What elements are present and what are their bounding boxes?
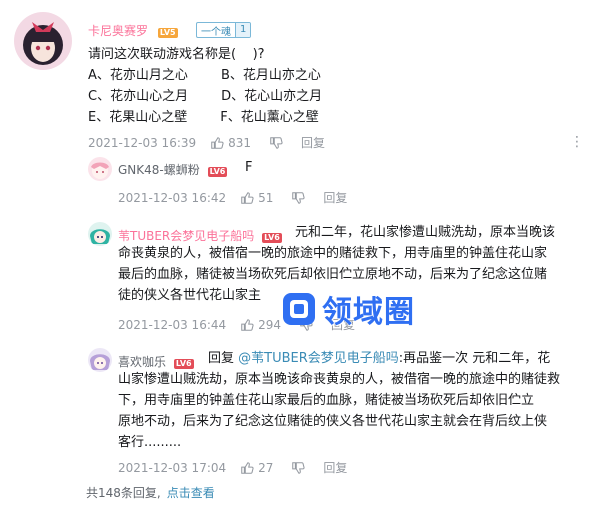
- avatar[interactable]: [88, 348, 112, 372]
- comment-text: 请问这次联动游戏名称是( )? A、花亦山月之心 B、花月山亦之心 C、花亦山心…: [88, 44, 388, 128]
- username-text[interactable]: 卡尼奥赛罗: [88, 24, 148, 38]
- username-text[interactable]: GNK48-螺蛳粉: [118, 163, 200, 177]
- reply-line-text: :再品鉴一次 元和二年，花: [398, 351, 551, 366]
- dislike-button[interactable]: [291, 461, 306, 475]
- like-count: 51: [258, 190, 274, 205]
- comment-line: E、花果山心之壁 F、花山薰心之壁: [88, 110, 319, 125]
- reply-button[interactable]: 回复: [301, 134, 325, 151]
- like-button[interactable]: 831: [210, 136, 251, 150]
- more-options-icon[interactable]: ⋮: [570, 134, 584, 150]
- reply-line: 元和二年，花山家惨遭山贼洗劫，原本当晚该: [118, 222, 588, 243]
- like-button[interactable]: 27: [240, 461, 273, 475]
- watermark-text: 领域圈: [322, 295, 415, 330]
- reply-line: 山家惨遭山贼洗劫，原本当晚该命丧黄泉的人，被借宿一晚的旅途中的赌徒救: [118, 372, 561, 387]
- dislike-button[interactable]: [291, 191, 306, 205]
- thumbs-down-icon: [292, 461, 306, 474]
- reply-line: 回复 @苇TUBER会梦见电子船吗:再品鉴一次 元和二年，花: [118, 348, 588, 369]
- avatar-image: [88, 157, 112, 181]
- dislike-button[interactable]: [269, 136, 283, 150]
- reply-line: 原地不动，后来为了纪念这位赌徒的侠义各世代花山家主就会在背后纹上侠: [118, 414, 548, 429]
- comment-date: 2021-12-03 16:39: [88, 135, 197, 150]
- like-button[interactable]: 294: [240, 318, 281, 332]
- mention-link[interactable]: @苇TUBER会梦见电子船吗: [238, 351, 399, 366]
- comment-line: C、花亦山心之月 D、花心山亦之月: [88, 89, 323, 104]
- avatar-image: [14, 12, 72, 70]
- fan-badge-level: 1: [235, 23, 251, 37]
- reply-button[interactable]: 回复: [323, 189, 347, 206]
- reply-text: 回复 @苇TUBER会梦见电子船吗:再品鉴一次 元和二年，花 山家惨遭山贼洗劫，…: [118, 348, 588, 453]
- thumbs-down-icon: [270, 136, 283, 149]
- reply-count-footer: 共148条回复, 点击查看: [86, 484, 215, 501]
- thumbs-up-icon: [241, 191, 254, 204]
- reply-meta: 2021-12-03 16:42 51 回复: [118, 189, 347, 206]
- comment-line: A、花亦山月之心 B、花月山亦之心: [88, 68, 321, 83]
- avatar[interactable]: [88, 222, 112, 246]
- watermark-logo-icon: [283, 293, 315, 325]
- reply-line: 最后的血脉，赌徒被当场砍死后却依旧伫立原地不动，后来为了纪念这位赌: [118, 267, 548, 282]
- reply-button[interactable]: 回复: [323, 459, 347, 476]
- like-button[interactable]: 51: [240, 191, 273, 205]
- reply-line: 客行.........: [118, 435, 182, 450]
- view-replies-link[interactable]: 点击查看: [167, 486, 215, 500]
- reply-text: F: [245, 160, 253, 175]
- reply-line: 下，用寺庙里的钟盖住花山家最后的血脉，赌徒被当场砍死后却依旧伫立: [118, 393, 535, 408]
- level-badge: LV6: [207, 167, 228, 177]
- reply-date: 2021-12-03 17:04: [118, 460, 227, 475]
- like-count: 27: [258, 460, 274, 475]
- avatar[interactable]: [14, 12, 72, 70]
- comment-meta: 2021-12-03 16:39 831 回复: [88, 134, 325, 151]
- comment-username[interactable]: 卡尼奥赛罗 LV5: [88, 22, 178, 39]
- fan-badge[interactable]: 一个魂 1: [196, 22, 252, 38]
- level-badge: LV5: [157, 28, 178, 38]
- thumbs-up-icon: [241, 461, 254, 474]
- reply-prefix: 回复: [208, 351, 235, 366]
- reply-username[interactable]: GNK48-螺蛳粉 LV6: [118, 161, 228, 178]
- reply-line-text: 元和二年，花山家惨遭山贼洗劫，原本当晚该: [295, 225, 556, 240]
- reply-count-text: 共148条回复,: [86, 486, 161, 500]
- reply-date: 2021-12-03 16:42: [118, 190, 227, 205]
- like-count: 294: [258, 317, 282, 332]
- fan-badge-name: 一个魂: [201, 26, 231, 38]
- thumbs-down-icon: [292, 191, 306, 204]
- like-count: 831: [228, 135, 252, 150]
- avatar-image: [88, 222, 112, 246]
- reply-date: 2021-12-03 16:44: [118, 317, 227, 332]
- avatar-image: [88, 348, 112, 372]
- thumbs-up-icon: [211, 136, 224, 149]
- reply-line: 命丧黄泉的人，被借宿一晚的旅途中的赌徒救下，用寺庙里的钟盖住花山家: [118, 246, 548, 261]
- avatar[interactable]: [88, 157, 112, 181]
- thumbs-up-icon: [241, 318, 254, 331]
- comment-line: 请问这次联动游戏名称是( )?: [88, 47, 265, 62]
- reply-meta: 2021-12-03 17:04 27 回复: [118, 459, 347, 476]
- watermark: 领域圈: [282, 287, 415, 331]
